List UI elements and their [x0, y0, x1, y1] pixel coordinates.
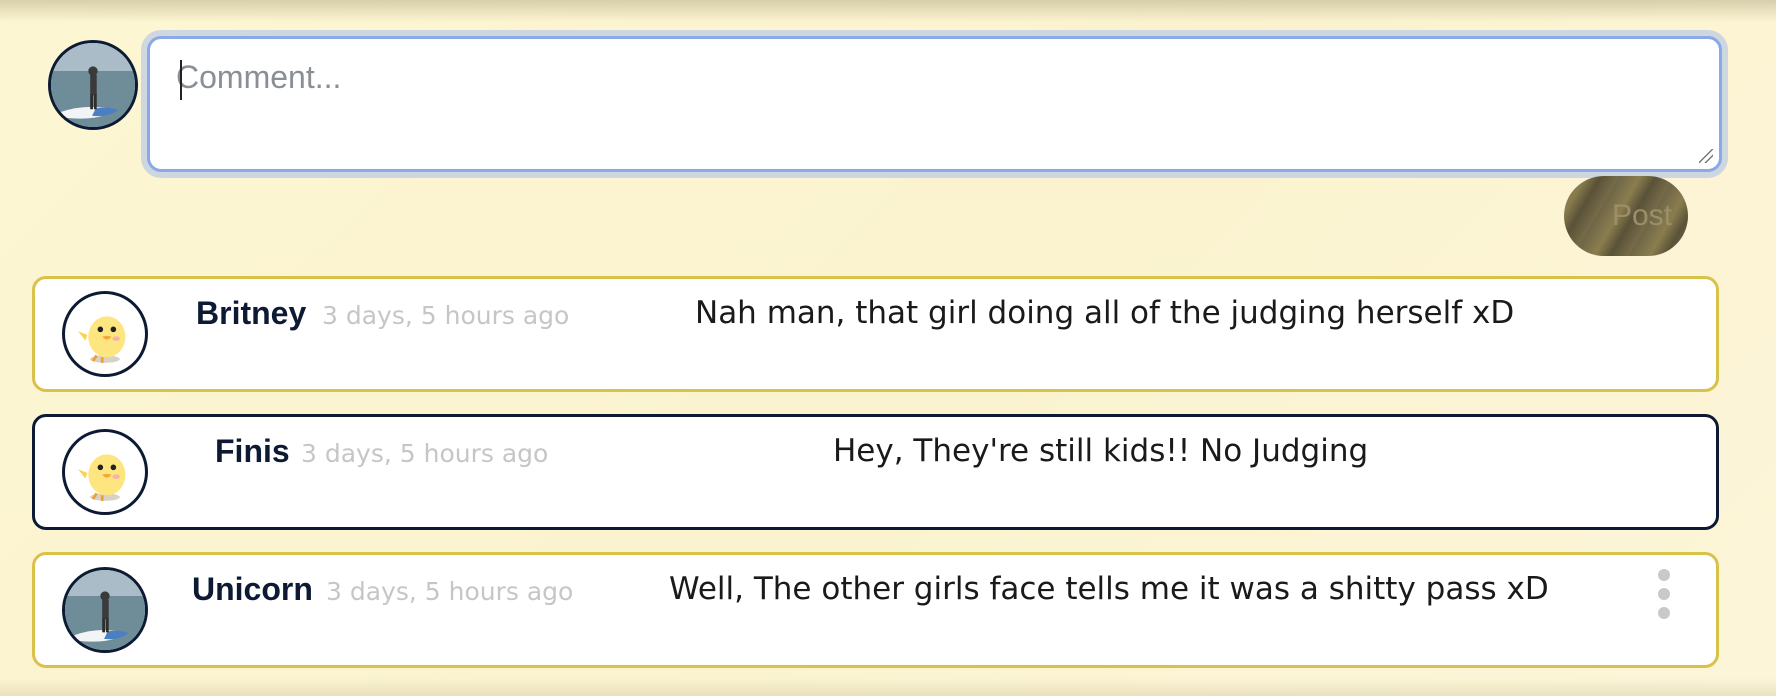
comment-text: Hey, They're still kids!! No Judging [833, 433, 1369, 469]
comment-item: Finis 3 days, 5 hours ago Hey, They're s… [32, 414, 1719, 530]
paddleboard-photo-icon [51, 43, 135, 127]
duck-icon [78, 316, 126, 363]
text-cursor [180, 60, 182, 100]
comment-item: Unicorn 3 days, 5 hours ago Well, The ot… [32, 552, 1719, 668]
top-shadow [0, 0, 1776, 22]
comment-item: Britney 3 days, 5 hours ago Nah man, tha… [32, 276, 1719, 392]
post-button-label: Post [1611, 199, 1673, 232]
comment-avatar [62, 429, 148, 515]
comment-avatar [62, 291, 148, 377]
comment-timestamp: 3 days, 5 hours ago [326, 577, 574, 606]
comment-author[interactable]: Britney [196, 295, 306, 332]
comment-author[interactable]: Unicorn [192, 571, 313, 608]
kebab-dot [1658, 607, 1670, 619]
duck-icon [78, 454, 126, 501]
current-user-avatar [48, 40, 138, 130]
bottom-shadow [0, 678, 1776, 696]
more-options-icon[interactable] [1656, 569, 1672, 619]
comment-text: Nah man, that girl doing all of the judg… [695, 295, 1515, 331]
comment-input[interactable] [150, 39, 1719, 169]
comment-textarea-wrapper[interactable] [147, 36, 1722, 172]
post-button[interactable]: Post [1564, 176, 1688, 256]
paddleboard-photo-icon [65, 570, 145, 650]
resize-handle[interactable] [1699, 149, 1713, 163]
comment-author[interactable]: Finis [215, 433, 290, 470]
kebab-dot [1658, 588, 1670, 600]
kebab-dot [1658, 569, 1670, 581]
comment-timestamp: 3 days, 5 hours ago [301, 439, 549, 468]
comment-avatar [62, 567, 148, 653]
comment-text: Well, The other girls face tells me it w… [669, 571, 1549, 607]
comment-timestamp: 3 days, 5 hours ago [322, 301, 570, 330]
